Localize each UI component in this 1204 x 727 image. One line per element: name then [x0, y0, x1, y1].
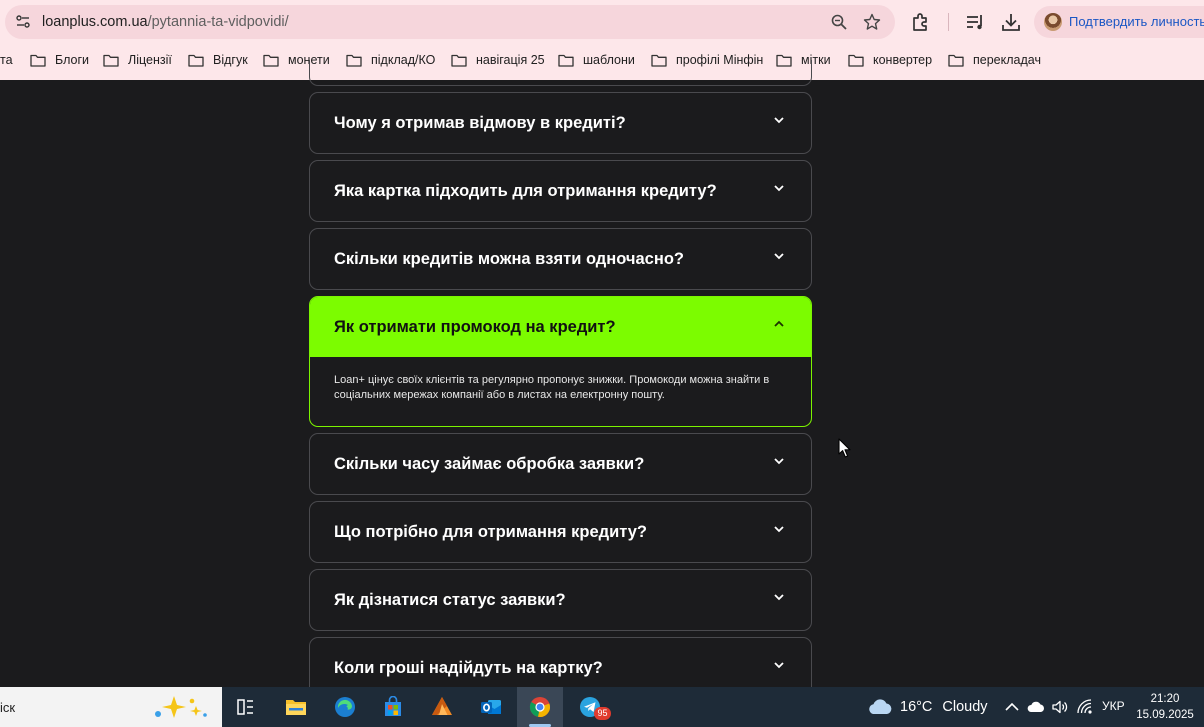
folder-icon	[848, 54, 864, 67]
chevron-down-icon	[774, 662, 784, 669]
clock-time: 21:20	[1150, 693, 1180, 705]
edge-button[interactable]	[322, 687, 368, 727]
profile-label: Подтвердить личность	[1069, 14, 1204, 29]
zoom-icon[interactable]	[830, 13, 848, 31]
faq-question: Скільки кредитів можна взяти одночасно?	[334, 250, 684, 268]
mouse-cursor-icon	[838, 438, 851, 458]
language-indicator[interactable]: УКР	[1102, 699, 1125, 713]
bookmark-item[interactable]: та	[0, 51, 13, 69]
faq-item-expanded[interactable]: Як отримати промокод на кредит? Loan+ ці…	[309, 296, 812, 427]
toolbar-separator	[948, 13, 949, 31]
volume-icon[interactable]	[1051, 698, 1069, 716]
weather-condition: Cloudy	[942, 699, 988, 715]
chrome-button[interactable]	[517, 687, 563, 727]
bookmark-folder[interactable]: Ліцензії	[103, 51, 172, 69]
bookmark-star-icon[interactable]	[863, 13, 881, 31]
faq-question: Як дізнатися статус заявки?	[334, 591, 566, 609]
weather-temperature: 16°C	[900, 699, 933, 715]
edge-icon	[335, 697, 355, 717]
bookmark-label: Ліцензії	[128, 53, 172, 67]
file-explorer-icon	[286, 700, 306, 715]
url-path: /pytannia-ta-vidpovidi/	[147, 14, 289, 30]
chevron-down-icon	[774, 526, 784, 533]
affinity-icon	[432, 697, 452, 715]
address-bar[interactable]: loanplus.com.ua/pytannia-ta-vidpovidi/	[5, 5, 895, 39]
clock-date: 15.09.2025	[1136, 709, 1194, 721]
file-explorer-button[interactable]	[273, 687, 319, 727]
folder-icon	[103, 54, 119, 67]
bookmark-label: Відгук	[213, 53, 248, 67]
faq-question: Як отримати промокод на кредит?	[334, 318, 616, 336]
url-text[interactable]: loanplus.com.ua/pytannia-ta-vidpovidi/	[42, 14, 289, 30]
chevron-down-icon	[774, 253, 784, 260]
cloud-icon	[869, 699, 892, 714]
task-view-button[interactable]	[222, 687, 268, 727]
system-clock[interactable]: 21:20 15.09.2025	[1136, 691, 1194, 723]
bookmark-folder[interactable]: Відгук	[188, 51, 248, 69]
chevron-up-icon[interactable]	[1003, 698, 1021, 716]
chevron-up-icon	[774, 320, 784, 327]
download-icon[interactable]	[1000, 11, 1022, 33]
faq-item[interactable]: Скільки часу займає обробка заявки?	[309, 433, 812, 495]
bookmark-folder[interactable]: Блоги	[30, 51, 89, 69]
wifi-icon[interactable]	[1076, 698, 1094, 716]
outlook-button[interactable]	[468, 687, 514, 727]
folder-icon	[30, 54, 46, 67]
onedrive-icon[interactable]	[1027, 698, 1045, 716]
taskbar: іск 95 16°C Cloudy УКР 21:20 15.09.2025	[0, 687, 1204, 727]
chevron-down-icon	[774, 594, 784, 601]
avatar	[1044, 13, 1062, 31]
faq-item[interactable]: Яка картка підходить для отримання креди…	[309, 160, 812, 222]
notification-badge: 95	[594, 707, 611, 720]
search-highlight-icon	[155, 696, 207, 718]
chevron-down-icon	[774, 185, 784, 192]
bookmark-label: та	[0, 53, 13, 67]
faq-item[interactable]: Що потрібно для отримання кредиту?	[309, 501, 812, 563]
faq-item[interactable]: Як дізнатися статус заявки?	[309, 569, 812, 631]
microsoft-store-icon	[385, 696, 401, 716]
faq-question: Скільки часу займає обробка заявки?	[334, 455, 645, 473]
faq-question: Що потрібно для отримання кредиту?	[334, 523, 648, 541]
site-settings-icon[interactable]	[15, 14, 31, 30]
faq-question: Яка картка підходить для отримання креди…	[334, 182, 717, 200]
faq-answer: Loan+ цінує своїх клієнтів та регулярно …	[334, 374, 770, 401]
bookmark-label: перекладач	[973, 53, 1041, 67]
bookmark-folder[interactable]: конвертер	[848, 51, 932, 69]
bookmark-label: Блоги	[55, 53, 89, 67]
media-control-icon[interactable]	[964, 11, 986, 33]
profile-button[interactable]: Подтвердить личность	[1034, 6, 1204, 38]
faq-question: Коли гроші надійдуть на картку?	[334, 659, 603, 677]
extensions-icon[interactable]	[910, 11, 932, 33]
chevron-down-icon	[774, 117, 784, 124]
folder-icon	[263, 54, 279, 67]
bookmark-folder[interactable]: перекладач	[948, 51, 1041, 69]
folder-icon	[188, 54, 204, 67]
faq-item[interactable]: Чому я отримав відмову в кредиті?	[309, 92, 812, 154]
affinity-button[interactable]	[419, 687, 465, 727]
faq-item-partial	[309, 60, 812, 86]
search-text: іск	[0, 700, 16, 715]
outlook-icon	[481, 700, 501, 714]
url-host: loanplus.com.ua	[42, 14, 148, 30]
folder-icon	[948, 54, 964, 67]
bookmark-label: конвертер	[873, 53, 933, 67]
chrome-icon	[529, 697, 550, 717]
telegram-button[interactable]: 95	[567, 687, 613, 727]
faq-item[interactable]: Скільки кредитів можна взяти одночасно?	[309, 228, 812, 290]
chevron-down-icon	[774, 458, 784, 465]
task-view-icon	[237, 699, 253, 715]
microsoft-store-button[interactable]	[370, 687, 416, 727]
weather-widget[interactable]: 16°C Cloudy	[867, 696, 988, 718]
faq-question: Чому я отримав відмову в кредиті?	[334, 114, 626, 132]
taskbar-search[interactable]: іск	[0, 687, 222, 727]
